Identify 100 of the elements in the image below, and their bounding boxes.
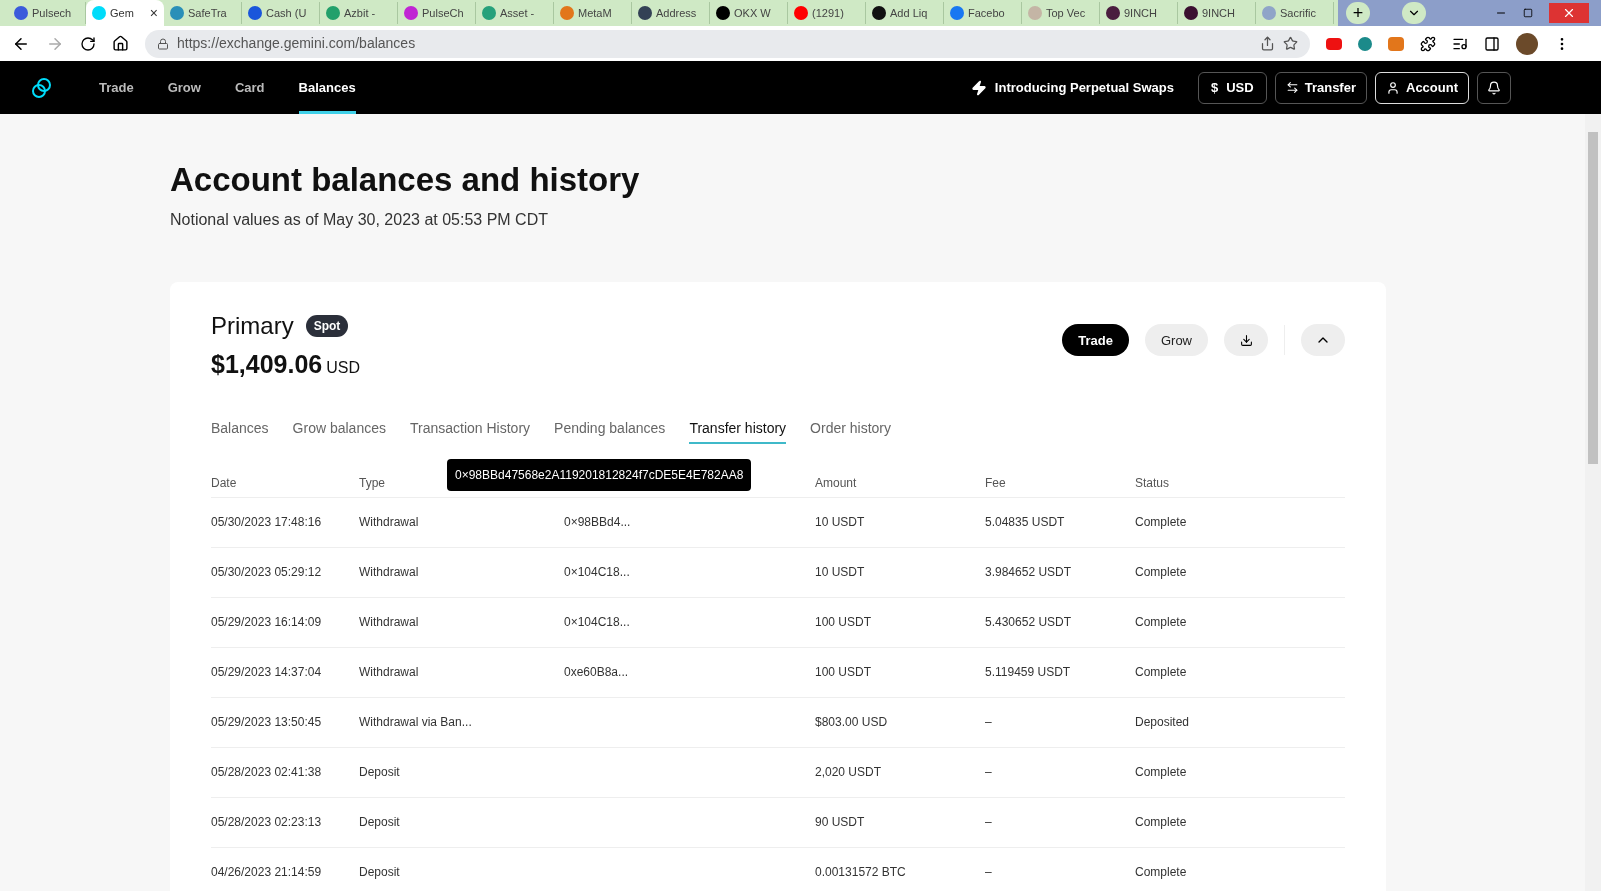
tab-search-button[interactable]: [1402, 2, 1426, 24]
account-button[interactable]: Account: [1375, 71, 1469, 104]
transfer-arrows-icon: [1285, 81, 1299, 94]
table-cell-text: 05/29/2023 14:37:04: [211, 664, 323, 682]
person-icon: [1386, 80, 1400, 95]
browser-tab[interactable]: Top Vec: [1022, 2, 1100, 24]
bookmark-icon[interactable]: [1283, 36, 1298, 51]
promo-link[interactable]: Introducing Perpetual Swaps: [994, 77, 1174, 98]
nav-link[interactable]: Grow: [167, 61, 201, 114]
table-cell-text: 05/28/2023 02:41:38: [211, 764, 323, 782]
browser-tab[interactable]: SafeTra: [164, 2, 242, 24]
table-cell-text: 0xe60B8a...: [564, 664, 630, 682]
table-cell-text: Complete: [1135, 864, 1188, 882]
side-panel-icon[interactable]: [1484, 35, 1500, 52]
home-icon[interactable]: [112, 35, 129, 52]
table-cell-text: Complete: [1135, 564, 1188, 582]
table-cell-text: 05/30/2023 17:48:16: [211, 514, 323, 532]
tab-title: Sacrific: [1280, 5, 1317, 21]
nav-link[interactable]: Balances: [298, 61, 356, 114]
table-cell-text: Complete: [1135, 664, 1188, 682]
extension-icon[interactable]: [1358, 36, 1372, 51]
browser-tab[interactable]: MetaM: [554, 2, 632, 24]
browser-tab[interactable]: PulseCh: [398, 2, 476, 24]
table-cell-text: Deposit: [359, 864, 401, 882]
browser-tab[interactable]: Azbit -: [320, 2, 398, 24]
new-tab-button[interactable]: +: [1346, 2, 1370, 24]
nav-link[interactable]: Card: [234, 61, 265, 114]
close-tab-button[interactable]: ×: [149, 2, 158, 24]
table-cell-text: 5.119459 USDT: [985, 664, 1072, 682]
transfer-button[interactable]: Transfer: [1274, 71, 1367, 104]
trade-button[interactable]: Trade: [1062, 324, 1129, 357]
section-tab[interactable]: Order history: [810, 417, 892, 444]
table-cell-text: –: [985, 764, 993, 782]
nav-link[interactable]: Trade: [99, 61, 134, 114]
browser-tab[interactable]: Gem ×: [86, 0, 164, 26]
table-cell-text: 05/29/2023 16:14:09: [211, 614, 323, 632]
column-header: Amount: [815, 475, 858, 493]
tab-title: Gem: [110, 5, 134, 21]
table-cell-text: Complete: [1135, 614, 1188, 632]
profile-avatar[interactable]: [1516, 32, 1538, 55]
tab-title: 9INCH: [1124, 5, 1157, 21]
maximize-icon[interactable]: [1523, 8, 1533, 18]
table-cell-text: 10 USDT: [815, 564, 866, 582]
tab-title: Asset -: [500, 5, 535, 21]
currency-button[interactable]: $ USD: [1198, 71, 1267, 104]
grow-button[interactable]: Grow: [1144, 324, 1208, 357]
table-cell-text: Deposit: [359, 764, 401, 782]
scrollbar-thumb[interactable]: [1588, 132, 1598, 464]
browser-tab[interactable]: Asset -: [476, 2, 554, 24]
tab-title: OKX W: [734, 5, 771, 21]
browser-tab[interactable]: OKX W: [710, 2, 788, 24]
column-header: Date: [211, 475, 238, 493]
table-cell-text: Withdrawal: [359, 614, 420, 632]
address-tooltip: 0×98BBd47568e2A119201812824f7cDE5E4E782AA8: [447, 458, 752, 491]
table-cell-text: Complete: [1135, 764, 1188, 782]
browser-tab[interactable]: Add Liq: [866, 2, 944, 24]
notifications-button[interactable]: [1477, 71, 1511, 104]
table-cell-text: 5.04835 USDT: [985, 514, 1066, 532]
tab-title: Top Vec: [1046, 5, 1086, 21]
tab-title: SafeTra: [188, 5, 227, 21]
extension-icon[interactable]: [1326, 37, 1342, 50]
browser-tab[interactable]: 9INCH: [1178, 2, 1256, 24]
share-icon[interactable]: [1260, 36, 1275, 51]
download-icon: [1239, 333, 1253, 347]
browser-tab[interactable]: Cash (U: [242, 2, 320, 24]
browser-tab[interactable]: Pulsech: [8, 2, 86, 24]
table-cell-text: –: [985, 864, 993, 882]
section-tab[interactable]: Transfer history: [689, 417, 787, 444]
table-cell-text: 100 USDT: [815, 614, 873, 632]
table-cell-text: 100 USDT: [815, 664, 873, 682]
tab-title: MetaM: [578, 5, 612, 21]
section-tab[interactable]: Balances: [211, 417, 269, 444]
table-cell-text: 05/29/2023 13:50:45: [211, 714, 323, 732]
table-cell-text: 10 USDT: [815, 514, 866, 532]
balance-amount: $1,409.06: [211, 349, 323, 381]
account-name: Primary: [211, 311, 294, 342]
page-title: Account balances and history: [170, 160, 641, 200]
browser-tab[interactable]: 9INCH: [1100, 2, 1178, 24]
reload-icon[interactable]: [80, 35, 96, 52]
table-cell-text: 0×98BBd4...: [564, 514, 632, 532]
table-cell-text: Withdrawal: [359, 664, 420, 682]
tab-title: Azbit -: [344, 5, 376, 21]
bell-icon: [1487, 80, 1501, 95]
address-bar[interactable]: https://exchange.gemini.com/balances: [145, 29, 1310, 58]
extensions-icon[interactable]: [1420, 35, 1436, 52]
section-tab[interactable]: Grow balances: [292, 417, 386, 444]
browser-tab[interactable]: Address: [632, 2, 710, 24]
section-tab[interactable]: Pending balances: [554, 417, 666, 444]
logo-icon[interactable]: [30, 76, 54, 99]
browser-tab[interactable]: Facebo: [944, 2, 1022, 24]
column-header: Fee: [985, 475, 1007, 493]
browser-tab[interactable]: (1291): [788, 2, 866, 24]
section-tab[interactable]: Transaction History: [410, 417, 531, 444]
tab-title: Pulsech: [32, 5, 72, 21]
table-cell-text: Withdrawal via Ban...: [359, 714, 473, 732]
table-cell-text: Complete: [1135, 514, 1188, 532]
url-text: https://exchange.gemini.com/balances: [177, 34, 416, 53]
browser-tab[interactable]: Sacrific: [1256, 2, 1334, 24]
download-button[interactable]: [1224, 324, 1268, 357]
column-header: Status: [1135, 475, 1171, 493]
